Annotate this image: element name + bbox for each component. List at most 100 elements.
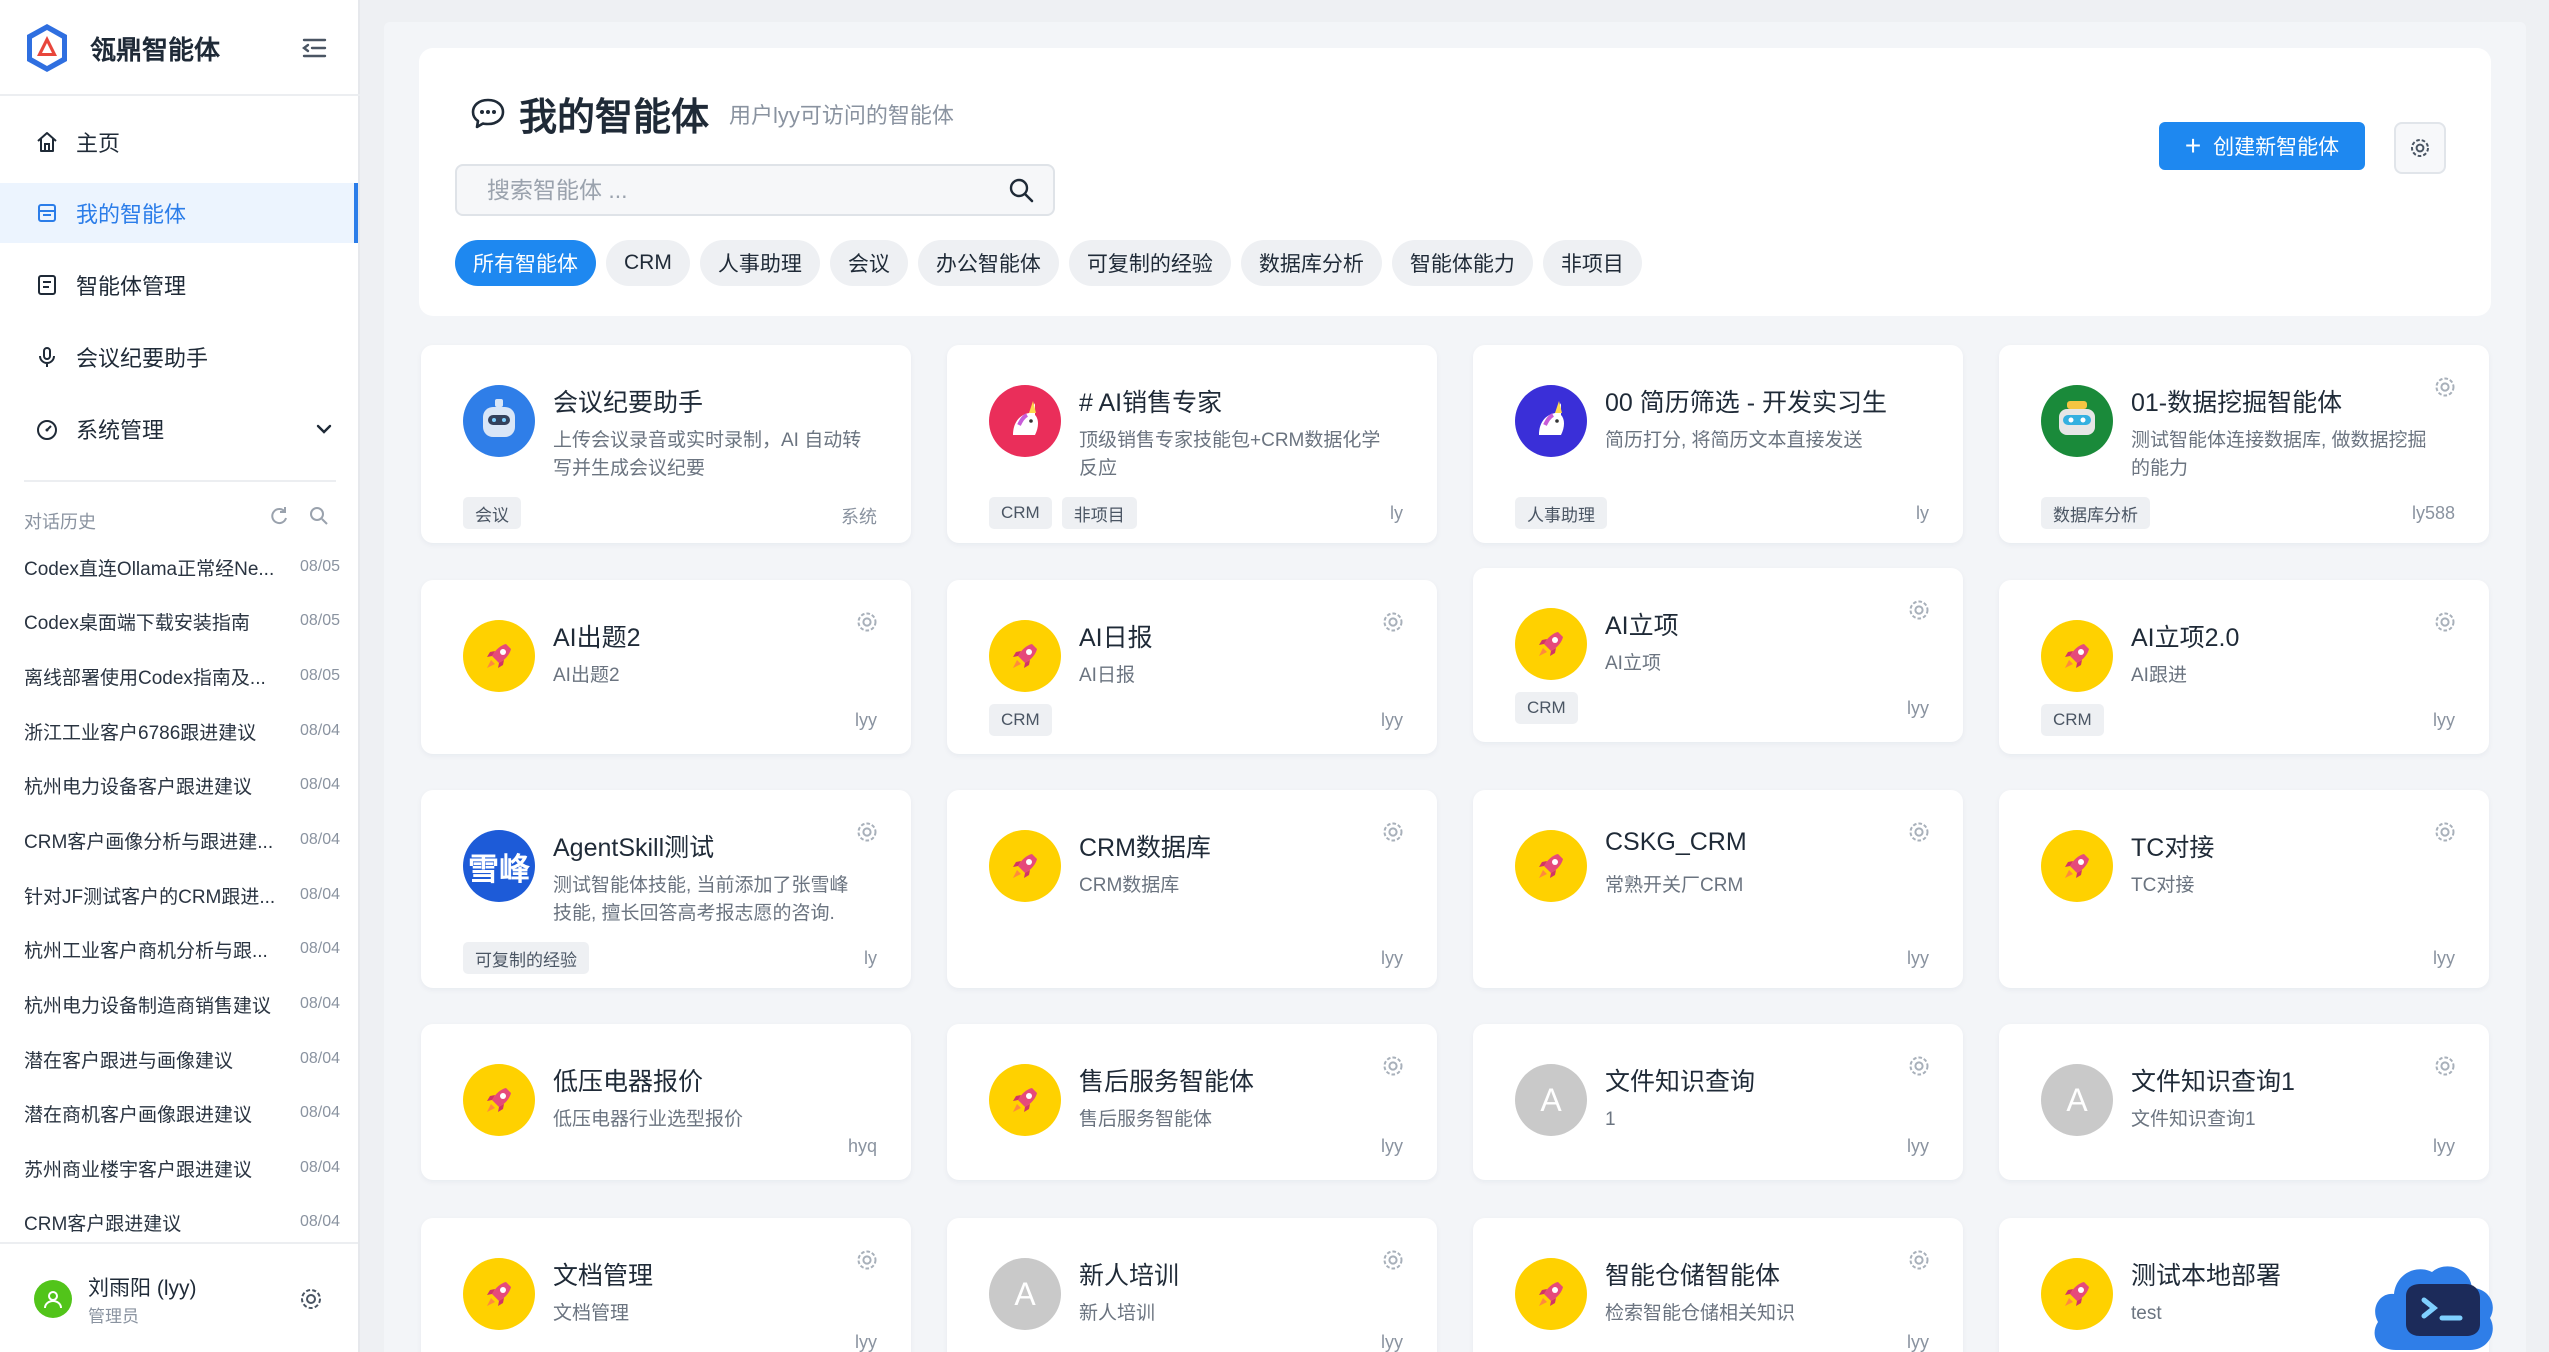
gear-icon (2411, 139, 2429, 157)
agent-card[interactable]: 01-数据挖掘智能体 测试智能体连接数据库, 做数据挖掘的能力 数据库分析 ly588 (1999, 345, 2489, 543)
rocket-icon (463, 1064, 535, 1136)
agent-card[interactable]: 雪峰 AgentSkill测试 测试智能体技能, 当前添加了张雪峰技能, 擅长回答高… (421, 790, 911, 988)
agent-settings-gear-icon[interactable] (853, 608, 881, 636)
search-input[interactable] (457, 166, 997, 214)
filter-chip[interactable]: 智能体能力 (1391, 240, 1533, 286)
avatar[interactable] (34, 1280, 72, 1318)
history-item[interactable]: Codex直连Ollama正常经Ne... 08/05 (24, 541, 340, 593)
agent-settings-gear-icon[interactable] (853, 818, 881, 846)
agent-card[interactable]: AI出题2 AI出题2 lyy (421, 580, 911, 754)
nav-item-system-management[interactable]: 系统管理 (0, 399, 358, 459)
settings-button[interactable] (2394, 122, 2446, 174)
agent-title: 测试本地部署 (2131, 1262, 2282, 1290)
agent-settings-gear-icon[interactable] (2431, 818, 2459, 846)
history-item[interactable]: CRM客户画像分析与跟进建... 08/04 (24, 814, 340, 866)
history-title: 对话历史 (24, 512, 96, 532)
filter-chip[interactable]: 办公智能体 (917, 240, 1059, 286)
agent-card[interactable]: A 文件知识查询 1 lyy (1473, 1024, 1963, 1180)
search-icon[interactable] (1007, 176, 1035, 204)
agent-card[interactable]: AI立项2.0 AI跟进 CRM lyy (1999, 580, 2489, 754)
microphone-icon (34, 344, 60, 370)
history-item[interactable]: 潜在商机客户画像跟进建议 08/04 (24, 1087, 340, 1139)
history-tools (268, 505, 330, 527)
brand[interactable]: 瓴鼎智能体 (24, 20, 220, 76)
filter-chip[interactable]: 非项目 (1542, 240, 1642, 286)
agent-owner: ly (1390, 503, 1403, 523)
agent-settings-gear-icon[interactable] (853, 1246, 881, 1274)
filter-chip[interactable]: 人事助理 (699, 240, 820, 286)
collapse-sidebar-icon[interactable] (298, 32, 330, 64)
history-item[interactable]: 针对JF测试客户的CRM跟进... 08/04 (24, 869, 340, 921)
agent-card[interactable]: AI立项 AI立项 CRM lyy (1473, 568, 1963, 742)
agent-card[interactable]: 售后服务智能体 售后服务智能体 lyy (947, 1024, 1437, 1180)
agent-card[interactable]: CRM数据库 CRM数据库 lyy (947, 790, 1437, 988)
agent-settings-gear-icon[interactable] (1379, 1052, 1407, 1080)
agent-description: 低压电器行业选型报价 (553, 1109, 744, 1130)
agent-card[interactable]: TC对接 TC对接 lyy (1999, 790, 2489, 988)
agent-title: AI出题2 (553, 624, 641, 652)
history-item[interactable]: 苏州商业楼宇客户跟进建议 08/04 (24, 1142, 340, 1194)
agent-card[interactable]: A 文件知识查询1 文件知识查询1 lyy (1999, 1024, 2489, 1180)
history-item[interactable]: 杭州电力设备客户跟进建议 08/04 (24, 759, 340, 811)
rocket-icon (989, 1064, 1061, 1136)
create-agent-label: 创建新智能体 (2213, 136, 2340, 159)
agent-tag: 人事助理 (1515, 497, 1607, 529)
agent-card[interactable]: # AI销售专家 顶级销售专家技能包+CRM数据化学反应 CRM 非项目 ly (947, 345, 1437, 543)
agent-tag: CRM (989, 497, 1052, 529)
agent-card[interactable]: 00 简历筛选 - 开发实习生 简历打分, 将简历文本直接发送 人事助理 ly (1473, 345, 1963, 543)
agent-card[interactable]: CSKG_CRM 常熟开关厂CRM lyy (1473, 790, 1963, 988)
agent-description: 常熟开关厂CRM (1605, 875, 1744, 896)
history-item[interactable]: Codex桌面端下载安装指南 08/05 (24, 595, 340, 647)
agent-description: 1 (1605, 1109, 1616, 1130)
agent-card[interactable]: 文档管理 文档管理 lyy (421, 1218, 911, 1352)
filter-chip[interactable]: 所有智能体 (455, 240, 596, 286)
agent-settings-gear-icon[interactable] (1379, 608, 1407, 636)
rocket-icon (2041, 620, 2113, 692)
history-item[interactable]: CRM客户跟进建议 08/04 (24, 1196, 340, 1248)
nav-item-agent-management[interactable]: 智能体管理 (0, 255, 358, 315)
agent-title: AI日报 (1079, 624, 1153, 652)
nav-item-my-agents[interactable]: 我的智能体 (0, 183, 358, 243)
agent-description: 新人培训 (1079, 1303, 1156, 1324)
history-item[interactable]: 潜在客户跟进与画像建议 08/04 (24, 1033, 340, 1085)
agent-card[interactable]: 会议纪要助手 上传会议录音或实时录制，AI 自动转写并生成会议纪要 会议 系统 (421, 345, 911, 543)
agent-card[interactable]: AI日报 AI日报 CRM lyy (947, 580, 1437, 754)
agent-card[interactable]: 低压电器报价 低压电器行业选型报价 hyq (421, 1024, 911, 1180)
floating-assistant-icon[interactable] (2366, 1238, 2500, 1352)
user-role: 管理员 (88, 1307, 139, 1326)
agent-settings-gear-icon[interactable] (2431, 1052, 2459, 1080)
agent-owner: lyy (2433, 948, 2455, 968)
history-item[interactable]: 浙江工业客户6786跟进建议 08/04 (24, 705, 340, 757)
agent-settings-gear-icon[interactable] (2431, 373, 2459, 401)
agent-list-icon (34, 200, 60, 226)
create-agent-button[interactable]: + 创建新智能体 (2159, 122, 2365, 170)
nav-item-meeting-assistant[interactable]: 会议纪要助手 (0, 327, 358, 387)
agent-owner: lyy (1907, 948, 1929, 968)
agent-tags: 人事助理 (1515, 497, 1607, 529)
agent-settings-gear-icon[interactable] (1905, 1052, 1933, 1080)
filter-chip[interactable]: 可复制的经验 (1068, 240, 1231, 286)
history-item[interactable]: 杭州工业客户商机分析与跟... 08/04 (24, 923, 340, 975)
filter-chip[interactable]: 数据库分析 (1240, 240, 1382, 286)
agent-settings-gear-icon[interactable] (2431, 608, 2459, 636)
agent-card[interactable]: A 新人培训 新人培训 lyy (947, 1218, 1437, 1352)
history-item[interactable]: 杭州电力设备制造商销售建议 08/04 (24, 978, 340, 1030)
agent-settings-gear-icon[interactable] (1905, 1246, 1933, 1274)
agent-owner: lyy (855, 710, 877, 730)
filter-chip[interactable]: 会议 (829, 240, 908, 286)
nav-item-home[interactable]: 主页 (0, 112, 358, 172)
agent-card[interactable]: 智能仓储智能体 检索智能仓储相关知识 lyy (1473, 1218, 1963, 1352)
agent-title: 文件知识查询1 (2131, 1068, 2295, 1096)
agent-settings-gear-icon[interactable] (1905, 596, 1933, 624)
agent-owner: lyy (1907, 1136, 1929, 1156)
agent-title: 低压电器报价 (553, 1068, 704, 1096)
agent-title: 00 简历筛选 - 开发实习生 (1605, 389, 1887, 417)
agent-settings-gear-icon[interactable] (1905, 818, 1933, 846)
refresh-icon[interactable] (268, 505, 290, 527)
user-settings-gear-icon[interactable] (296, 1284, 326, 1314)
agent-settings-gear-icon[interactable] (1379, 1246, 1407, 1274)
search-history-icon[interactable] (308, 505, 330, 527)
filter-chip[interactable]: CRM (606, 240, 690, 286)
history-item[interactable]: 离线部署使用Codex指南及... 08/05 (24, 650, 340, 702)
agent-settings-gear-icon[interactable] (1379, 818, 1407, 846)
